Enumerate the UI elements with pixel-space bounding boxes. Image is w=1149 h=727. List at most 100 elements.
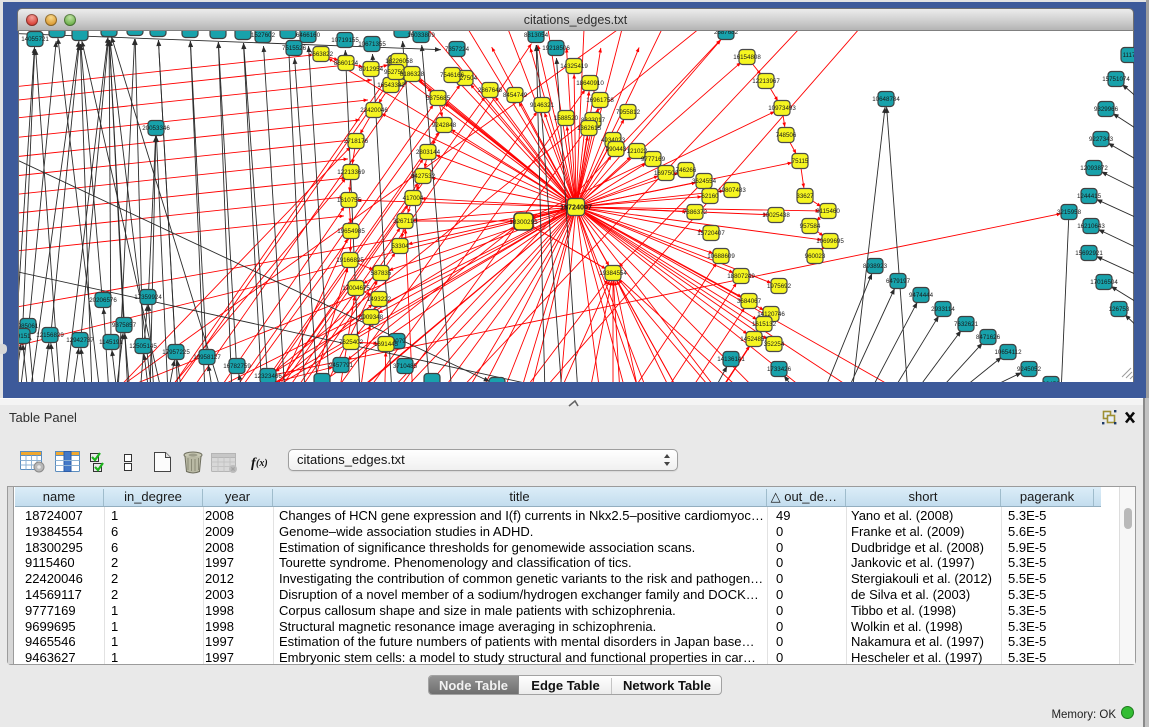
svg-text:6479197: 6479197 [886, 278, 911, 285]
svg-text:8912954: 8912954 [359, 66, 384, 73]
svg-text:18724007: 18724007 [560, 203, 592, 212]
svg-text:3710485: 3710485 [393, 363, 418, 370]
svg-text:1244415: 1244415 [1077, 193, 1102, 200]
svg-text:62160: 62160 [701, 193, 719, 200]
svg-text:2803144: 2803144 [416, 149, 441, 156]
svg-text:9329966: 9329966 [1094, 106, 1119, 113]
svg-text:15692921: 15692921 [1075, 250, 1103, 257]
svg-text:12942737: 12942737 [66, 337, 94, 344]
svg-text:9115460: 9115460 [816, 208, 840, 215]
svg-text:16033809: 16033809 [407, 32, 435, 39]
svg-text:10654112: 10654112 [994, 349, 1022, 356]
svg-text:8186328: 8186328 [400, 71, 425, 78]
svg-text:587835: 587835 [371, 270, 392, 277]
svg-text:8660124: 8660124 [334, 60, 359, 67]
svg-text:2933114: 2933114 [931, 306, 955, 313]
svg-text:7546166: 7546166 [440, 72, 465, 79]
svg-text:9227343: 9227343 [1089, 136, 1114, 143]
svg-text:7625402: 7625402 [339, 339, 364, 346]
svg-text:15720407: 15720407 [697, 230, 725, 237]
svg-text:12156829: 12156829 [36, 332, 64, 339]
svg-text:12505145: 12505145 [129, 343, 157, 350]
svg-text:16782759: 16782759 [223, 363, 251, 370]
svg-text:20206576: 20206576 [89, 297, 117, 304]
svg-text:2867648: 2867648 [478, 87, 503, 94]
svg-text:10973493: 10973493 [768, 105, 796, 112]
svg-text:1588520: 1588520 [554, 115, 579, 122]
svg-text:(x): (x) [256, 458, 268, 469]
svg-text:9146321: 9146321 [530, 102, 555, 109]
svg-text:18807249: 18807249 [727, 273, 755, 280]
svg-text:3624554: 3624554 [692, 178, 717, 185]
svg-text:1493222: 1493222 [367, 296, 392, 303]
svg-text:14325419: 14325419 [560, 63, 588, 70]
svg-text:10648784: 10648784 [872, 96, 900, 103]
svg-text:9245052: 9245052 [1017, 366, 1042, 373]
svg-text:352254: 352254 [764, 341, 785, 348]
svg-text:12213967: 12213967 [752, 78, 780, 85]
svg-text:10807483: 10807483 [718, 187, 746, 194]
svg-text:16543382: 16543382 [377, 82, 405, 89]
svg-text:7386372: 7386372 [683, 209, 708, 216]
svg-text:990443: 990443 [606, 146, 627, 153]
svg-text:92450: 92450 [1042, 381, 1060, 382]
svg-text:7632621: 7632621 [954, 321, 979, 328]
svg-text:19218506: 19218506 [542, 45, 570, 52]
svg-text:12213369: 12213369 [337, 169, 365, 176]
svg-text:9777169: 9777169 [641, 156, 666, 163]
svg-text:2687682: 2687682 [714, 31, 739, 36]
svg-text:10025438: 10025438 [762, 212, 790, 219]
svg-text:14136141: 14136141 [717, 356, 745, 363]
svg-text:10699695: 10699695 [816, 238, 844, 245]
svg-text:748506: 748506 [776, 132, 797, 139]
svg-text:10688609: 10688609 [707, 253, 735, 260]
svg-text:9242848: 9242848 [432, 122, 457, 129]
svg-text:960023: 960023 [805, 253, 826, 260]
svg-text:1362615: 1362615 [577, 125, 602, 132]
svg-text:18300295: 18300295 [509, 219, 538, 226]
svg-text:1145191: 1145191 [99, 339, 123, 346]
svg-text:12323466: 12323466 [254, 373, 282, 380]
svg-text:7663822: 7663822 [309, 51, 334, 58]
svg-text:17957225: 17957225 [162, 349, 190, 356]
svg-text:7515526: 7515526 [282, 45, 307, 52]
svg-text:126753: 126753 [1109, 306, 1130, 313]
svg-text:8909348: 8909348 [359, 314, 384, 321]
svg-text:16961758: 16961758 [586, 97, 614, 104]
svg-text:8427532: 8427532 [411, 173, 436, 180]
svg-text:9375857: 9375857 [112, 322, 137, 329]
svg-text:10719155: 10719155 [331, 37, 359, 44]
svg-text:1733426: 1733426 [767, 366, 792, 373]
svg-text:746266: 746266 [676, 167, 697, 174]
svg-text:10671355: 10671355 [358, 41, 386, 48]
svg-text:957584: 957584 [800, 223, 821, 230]
svg-text:14055721: 14055721 [21, 36, 49, 43]
svg-text:6466160: 6466160 [296, 32, 321, 39]
svg-text:3684067: 3684067 [737, 298, 762, 305]
svg-text:1610755: 1610755 [337, 197, 362, 204]
svg-text:17016504: 17016504 [1090, 279, 1118, 286]
svg-text:10958127: 10958127 [193, 354, 221, 361]
svg-text:16154808: 16154808 [733, 54, 761, 61]
svg-text:20691406: 20691406 [95, 31, 123, 33]
svg-text:417004: 417004 [403, 195, 424, 202]
svg-text:8813054: 8813054 [524, 32, 549, 39]
svg-text:8454749: 8454749 [503, 92, 528, 99]
svg-text:7357224: 7357224 [445, 46, 470, 53]
svg-text:53304: 53304 [391, 243, 409, 250]
svg-text:1615132: 1615132 [752, 321, 777, 328]
svg-text:8471626: 8471626 [976, 334, 1001, 341]
svg-text:1527602: 1527602 [251, 32, 276, 39]
svg-text:99151: 99151 [19, 333, 31, 340]
svg-text:9474444: 9474444 [909, 292, 934, 299]
svg-text:16210643: 16210643 [1077, 223, 1105, 230]
svg-text:75115: 75115 [792, 158, 809, 165]
svg-text:7955812: 7955812 [616, 109, 641, 116]
svg-text:3215958: 3215958 [1057, 209, 1082, 216]
svg-text:12093872: 12093872 [1080, 165, 1108, 172]
svg-text:19384554: 19384554 [599, 270, 627, 277]
svg-text:17359924: 17359924 [134, 294, 162, 301]
svg-text:19654985: 19654985 [337, 228, 365, 235]
svg-text:9457791: 9457791 [329, 362, 354, 369]
svg-text:8938923: 8938923 [863, 263, 888, 270]
